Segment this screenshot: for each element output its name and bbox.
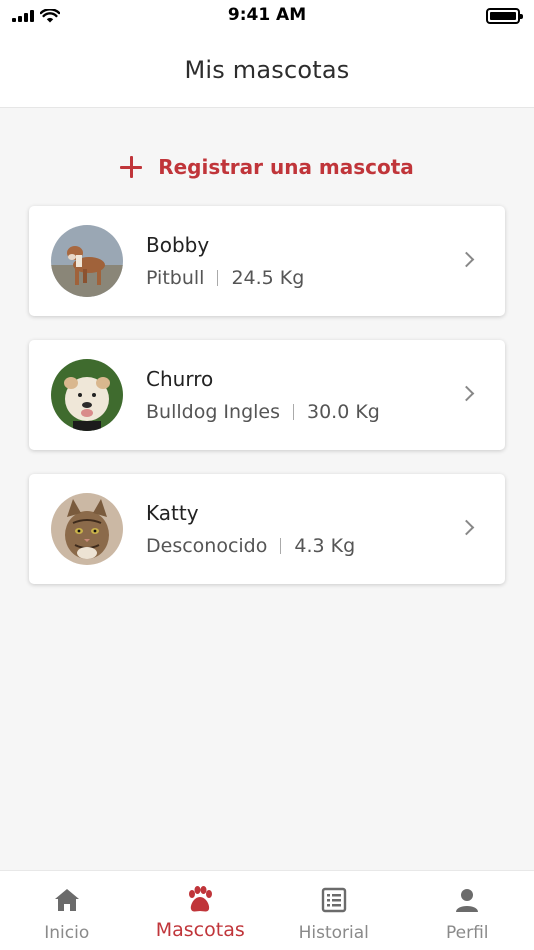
pet-avatar xyxy=(51,493,123,565)
dog-photo xyxy=(51,225,123,297)
pet-name: Bobby xyxy=(146,233,210,257)
divider xyxy=(293,404,294,420)
pet-weight: 30.0 Kg xyxy=(307,401,380,423)
pet-info: Bobby Pitbull 24.5 Kg xyxy=(146,233,505,289)
status-time: 9:41 AM xyxy=(227,5,307,25)
tab-label: Perfil xyxy=(445,923,489,943)
pet-breed: Desconocido xyxy=(146,535,268,557)
add-pet-label: Registrar una mascota xyxy=(158,155,414,179)
pet-avatar xyxy=(51,225,123,297)
tab-bar: Inicio Mascotas Historial Perfil xyxy=(0,870,534,950)
paw-icon xyxy=(185,885,215,915)
pet-name: Katty xyxy=(146,501,199,525)
pet-info: Katty Desconocido 4.3 Kg xyxy=(146,501,505,557)
pet-breed: Pitbull xyxy=(146,267,205,289)
pet-weight: 24.5 Kg xyxy=(231,267,305,289)
plus-icon xyxy=(120,156,143,178)
tab-historial[interactable]: Historial xyxy=(267,871,401,950)
pet-weight: 4.3 Kg xyxy=(294,535,356,557)
pet-card-bobby[interactable]: Bobby Pitbull 24.5 Kg xyxy=(29,206,505,316)
pet-meta: Pitbull 24.5 Kg xyxy=(146,267,505,289)
tab-inicio[interactable]: Inicio xyxy=(0,871,134,950)
pet-meta: Bulldog Ingles 30.0 Kg xyxy=(146,401,505,423)
user-icon xyxy=(452,885,482,915)
pet-info: Churro Bulldog Ingles 30.0 Kg xyxy=(146,367,505,423)
home-icon xyxy=(52,885,82,915)
pet-name: Churro xyxy=(146,367,214,391)
cat-photo xyxy=(51,493,123,565)
page-title: Mis mascotas xyxy=(184,55,350,84)
add-pet-button[interactable]: Registrar una mascota xyxy=(0,150,534,184)
tab-label: Mascotas xyxy=(155,919,245,941)
tab-perfil[interactable]: Perfil xyxy=(401,871,534,950)
tab-mascotas[interactable]: Mascotas xyxy=(134,871,268,950)
tab-label: Inicio xyxy=(44,923,90,943)
header: Mis mascotas xyxy=(0,32,534,108)
pet-card-katty[interactable]: Katty Desconocido 4.3 Kg xyxy=(29,474,505,584)
tab-label: Historial xyxy=(298,923,369,943)
pet-avatar xyxy=(51,359,123,431)
list-icon xyxy=(319,885,349,915)
pet-breed: Bulldog Ingles xyxy=(146,401,280,423)
pet-meta: Desconocido 4.3 Kg xyxy=(146,535,505,557)
bulldog-photo xyxy=(51,359,123,431)
battery-icon xyxy=(486,8,523,24)
status-bar: 9:41 AM xyxy=(0,0,534,32)
divider xyxy=(280,538,282,554)
pet-card-churro[interactable]: Churro Bulldog Ingles 30.0 Kg xyxy=(29,340,505,450)
divider xyxy=(217,270,219,286)
